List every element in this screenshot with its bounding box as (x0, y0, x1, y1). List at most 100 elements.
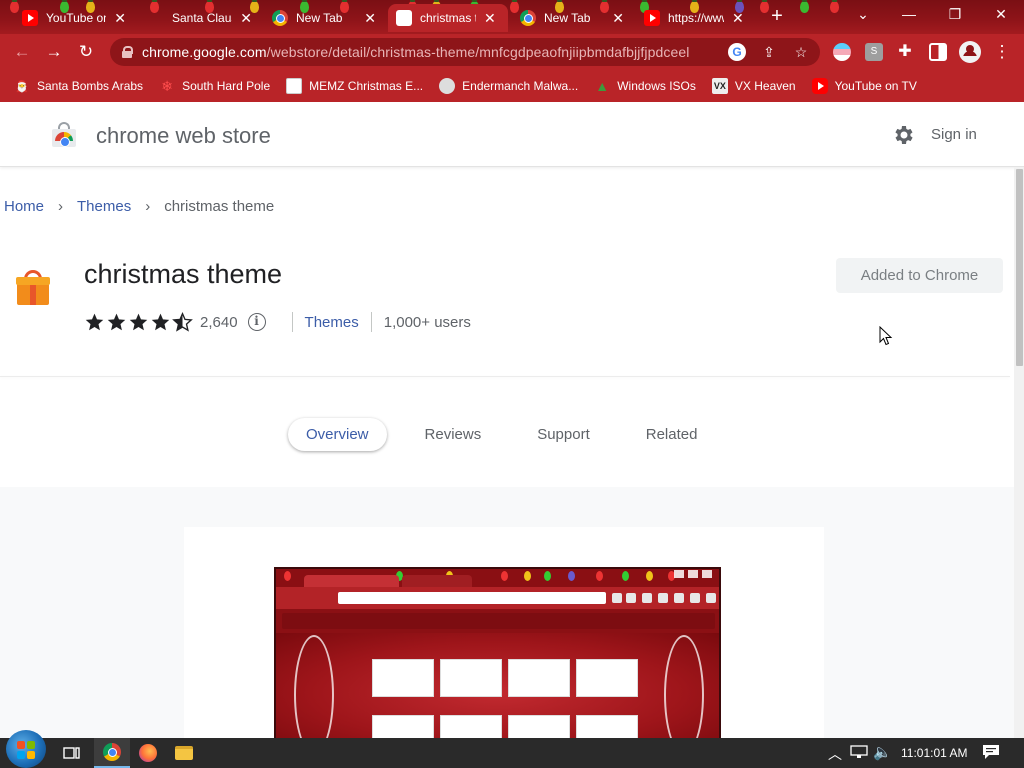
tab-title: YouTube on TV (46, 11, 106, 25)
snowflake-icon: ❄ (161, 77, 173, 94)
settings-gear-icon[interactable] (892, 123, 916, 147)
new-tab-button[interactable]: + (766, 6, 788, 28)
bookmark-item[interactable]: MEMZ Christmas E... (286, 78, 423, 94)
bookmark-label: Endermanch Malwa... (462, 79, 579, 93)
bookmark-item[interactable]: ❄ South Hard Pole (159, 78, 270, 94)
sign-in-link[interactable]: Sign in (931, 126, 977, 143)
tab-santa-claus[interactable]: Santa Claus ✕ (140, 4, 260, 32)
task-view-icon[interactable] (54, 738, 90, 768)
notifications-icon[interactable] (982, 744, 1000, 763)
bookmark-item[interactable]: YouTube on TV (811, 78, 917, 94)
reload-icon[interactable]: ↻ (74, 40, 98, 64)
forward-arrow-icon[interactable]: → (42, 40, 66, 64)
vx-icon: VX (711, 78, 728, 94)
bookmark-item[interactable]: Endermanch Malwa... (439, 78, 578, 94)
tray-expand-icon[interactable]: ︿ (828, 744, 842, 764)
extension-flag-icon[interactable] (833, 43, 851, 61)
breadcrumb-home[interactable]: Home (4, 198, 44, 215)
star-full-icon (85, 313, 104, 331)
raccoon-icon (439, 78, 456, 94)
chevron-right-icon: › (58, 198, 64, 215)
breadcrumb-current: christmas theme (164, 198, 275, 215)
clock[interactable]: 11:01:01 AM (901, 746, 968, 760)
scrollbar-thumb[interactable] (1016, 169, 1023, 366)
close-tab-icon[interactable]: ✕ (114, 10, 126, 27)
file-explorer-icon[interactable] (166, 738, 202, 768)
close-tab-icon[interactable]: ✕ (484, 10, 496, 27)
bookmark-item[interactable]: 🎅 Santa Bombs Arabs (14, 78, 143, 94)
star-half-icon (172, 312, 193, 332)
rating-stars (84, 312, 194, 332)
star-full-icon (151, 313, 170, 331)
extension-s-icon[interactable]: S (865, 43, 883, 61)
extensions-puzzle-icon[interactable]: ✚ (893, 40, 917, 64)
chevron-right-icon: › (145, 198, 151, 215)
volume-icon[interactable]: 🔈 (873, 743, 892, 761)
added-to-chrome-button[interactable]: Added to Chrome (836, 258, 1003, 293)
profile-avatar-icon[interactable] (959, 41, 981, 63)
close-tab-icon[interactable]: ✕ (612, 10, 624, 27)
tab-overview[interactable]: Overview (288, 417, 387, 451)
browser-toolbar: ← → ↻ chrome.google.com/webstore/detail/… (0, 34, 1024, 70)
divider (370, 312, 372, 332)
bookmark-item[interactable]: VX VX Heaven (711, 78, 796, 94)
store-title[interactable]: chrome web store (96, 123, 271, 149)
theme-screenshot-image[interactable] (274, 567, 721, 738)
tab-title: Santa Claus (172, 11, 233, 25)
close-window-button[interactable]: ✕ (978, 0, 1024, 30)
tab-search-chevron-icon[interactable]: ⌄ (840, 0, 886, 30)
breadcrumb-themes[interactable]: Themes (77, 198, 131, 215)
chrome-web-store-logo[interactable] (50, 121, 78, 150)
bookmark-label: Santa Bombs Arabs (37, 79, 144, 93)
item-tabs: Overview Reviews Support Related (288, 417, 718, 451)
page-scrollbar[interactable] (1014, 167, 1024, 738)
chrome-icon[interactable] (94, 738, 130, 768)
lock-icon[interactable] (122, 46, 133, 58)
bookmark-label: South Hard Pole (182, 79, 271, 93)
tab-title: New Tab (544, 11, 591, 25)
store-header: chrome web store Sign in (0, 102, 1024, 167)
rating-count: 2,640 (200, 313, 238, 331)
tab-support[interactable]: Support (519, 418, 608, 451)
restore-button[interactable]: ❐ (932, 0, 978, 30)
tab-new-tab-1[interactable]: New Tab ✕ (264, 4, 384, 32)
web-store-page: chrome web store Sign in Home › Themes ›… (0, 102, 1024, 738)
browser-tab-strip: YouTube on TV ✕ Santa Claus ✕ New Tab ✕ … (0, 0, 1024, 34)
youtube-icon (22, 10, 38, 26)
close-tab-icon[interactable]: ✕ (240, 10, 252, 27)
bookmark-item[interactable]: ▲ Windows ISOs (594, 78, 696, 94)
tab-title: christmas theme (420, 11, 476, 25)
tab-new-tab-2[interactable]: New Tab ✕ (512, 4, 632, 32)
close-tab-icon[interactable]: ✕ (364, 10, 376, 27)
tab-youtube[interactable]: https://www.youtube.com ✕ (636, 4, 758, 32)
tree-icon: ▲ (595, 78, 610, 94)
tab-title: New Tab (296, 11, 343, 25)
address-bar[interactable]: chrome.google.com/webstore/detail/christ… (110, 38, 820, 66)
bookmark-star-icon[interactable]: ☆ (792, 43, 810, 61)
santa-icon: 🎅 (14, 78, 30, 94)
info-icon[interactable]: i (247, 313, 266, 331)
network-icon[interactable] (850, 745, 868, 762)
close-tab-icon[interactable]: ✕ (732, 10, 744, 27)
tab-related[interactable]: Related (628, 418, 716, 451)
youtube-icon (811, 78, 828, 94)
bookmark-label: VX Heaven (734, 79, 796, 93)
side-panel-icon[interactable] (929, 43, 947, 61)
minimize-button[interactable]: — (886, 0, 932, 30)
youtube-icon (644, 10, 660, 26)
google-lens-icon[interactable]: G (728, 43, 746, 61)
tab-christmas-theme[interactable]: christmas theme ✕ (388, 4, 508, 32)
start-button-windows-icon[interactable] (6, 730, 46, 768)
firefox-icon[interactable] (130, 738, 166, 768)
bookmark-label: Windows ISOs (617, 79, 696, 93)
tab-youtube-on-tv[interactable]: YouTube on TV ✕ (14, 4, 134, 32)
windows-taskbar: ︿ 🔈 11:01:01 AM (0, 730, 1024, 768)
tab-reviews[interactable]: Reviews (407, 418, 500, 451)
gift-box-icon (16, 270, 50, 306)
web-store-icon (396, 10, 412, 26)
menu-kebab-icon[interactable]: ⋮ (990, 40, 1014, 64)
back-arrow-icon[interactable]: ← (10, 40, 34, 64)
item-title: christmas theme (84, 259, 283, 289)
category-link[interactable]: Themes (305, 314, 359, 331)
share-icon[interactable]: ⇪ (760, 43, 778, 61)
